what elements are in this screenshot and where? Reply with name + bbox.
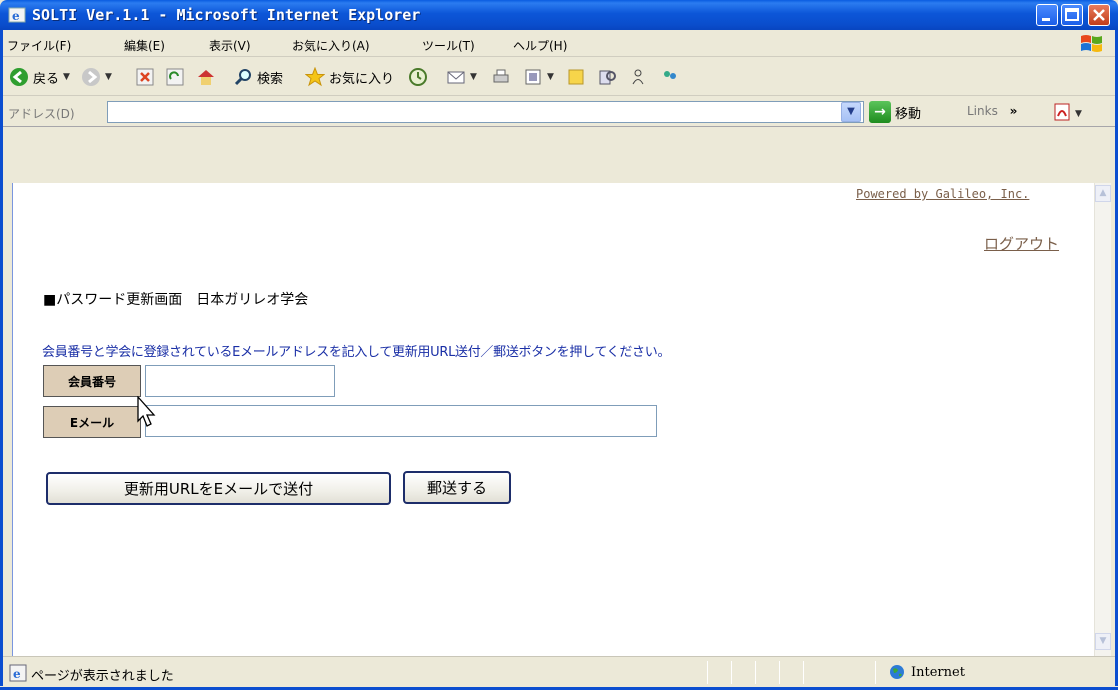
go-button[interactable]: → 移動 [869,101,921,123]
status-bar: e ページが表示されました Internet [3,656,1115,687]
research-icon [599,70,616,85]
note-icon [568,69,584,85]
svg-text:e: e [13,667,21,681]
stop-button[interactable] [135,66,155,88]
page-done-icon: e [9,664,27,682]
menu-favorites[interactable]: お気に入り(A) [292,37,370,54]
print-button[interactable] [491,66,511,88]
window-border-left [0,30,3,686]
status-text: ページが表示されました [31,669,174,684]
refresh-button[interactable] [165,66,185,88]
status-divider [779,661,780,684]
member-number-label: 会員番号 [43,365,141,397]
status-divider [875,661,876,684]
history-button[interactable] [408,66,428,88]
globe-icon [890,665,904,679]
address-label: アドレス(D) [8,107,75,121]
chevron-right-icon: » [1009,104,1018,118]
edit-page-icon [525,69,541,85]
chevron-down-icon: ▼ [63,72,70,82]
window-title: SOLTI Ver.1.1 - Microsoft Internet Explo… [32,6,421,24]
address-input[interactable] [107,101,864,123]
messenger-icon [632,69,644,85]
member-number-input[interactable] [145,365,335,397]
forward-arrow-icon [82,68,100,86]
people-icon [664,71,676,79]
mouse-cursor-icon [137,396,156,427]
close-button[interactable] [1088,4,1110,26]
scroll-down-button[interactable]: ▼ [1095,633,1111,650]
maximize-button[interactable] [1061,4,1083,26]
close-icon [1093,9,1105,21]
refresh-icon [166,68,184,86]
instruction-text: 会員番号と学会に登録されているEメールアドレスを記入して更新用URL送付／郵送ボ… [42,345,671,360]
email-input[interactable] [145,405,657,437]
search-button[interactable]: 検索 [233,66,283,88]
discuss-button[interactable] [566,66,586,88]
star-icon [305,67,325,87]
go-arrow-icon: → [869,101,891,123]
search-label: 検索 [257,71,284,87]
maximize-icon [1065,8,1079,21]
mail-button[interactable]: ▼ [446,66,477,88]
toolbar: 戻る ▼ ▼ 検索 お気に入り ▼ ▼ [3,58,1115,96]
vertical-scrollbar[interactable]: ▲ ▼ [1094,183,1111,656]
status-divider [731,661,732,684]
windows-logo-icon [1081,35,1102,52]
logout-link[interactable]: ログアウト [984,233,1059,254]
security-zone: Internet [889,664,965,680]
chevron-down-icon: ▼ [105,72,112,82]
messenger-button[interactable] [630,66,650,88]
svg-text:▼: ▼ [1075,109,1082,119]
email-label: Eメール [43,406,141,438]
links-button[interactable]: Links » [967,104,1017,118]
forward-button[interactable]: ▼ [81,66,112,88]
back-button[interactable]: 戻る ▼ [9,66,70,88]
search-icon [234,69,251,86]
links-label: Links [967,104,998,118]
minimize-button[interactable] [1036,4,1058,26]
zone-label: Internet [911,664,965,680]
address-bar: アドレス(D) ▼ → 移動 Links » ▼ [3,97,1115,127]
minimize-icon [1042,18,1050,21]
ie-logo-icon: e [8,7,26,23]
menu-view[interactable]: 表示(V) [209,37,251,54]
status-divider [707,661,708,684]
menu-file[interactable]: ファイル(F) [7,37,71,54]
title-bar: e SOLTI Ver.1.1 - Microsoft Internet Exp… [0,0,1118,30]
menu-edit[interactable]: 編集(E) [124,37,165,54]
address-dropdown-button[interactable]: ▼ [841,102,861,122]
send-by-mail-button[interactable]: 郵送する [403,471,511,504]
menu-help[interactable]: ヘルプ(H) [513,37,567,54]
send-url-email-button[interactable]: 更新用URLをEメールで送付 [46,472,391,505]
go-label: 移動 [895,106,922,122]
chevron-down-icon: ▼ [847,106,855,117]
edit-button[interactable]: ▼ [523,66,554,88]
back-label: 戻る [33,71,60,87]
chevron-down-icon: ▼ [547,72,554,82]
menu-bar: ファイル(F) 編集(E) 表示(V) お気に入り(A) ツール(T) ヘルプ(… [3,30,1115,57]
research-button[interactable] [598,66,618,88]
printer-icon [493,69,509,83]
status-divider [803,661,804,684]
extra-button[interactable] [660,66,680,88]
chevron-down-icon: ▼ [470,72,477,82]
menu-tools[interactable]: ツール(T) [422,37,475,54]
status-divider [755,661,756,684]
svg-text:e: e [12,9,20,23]
stop-icon [136,68,154,86]
scroll-up-button[interactable]: ▲ [1095,185,1111,202]
pdf-extension-icon[interactable]: ▼ [1051,102,1087,122]
history-icon [409,68,427,86]
mail-icon [447,71,465,84]
back-arrow-icon [10,68,28,86]
home-button[interactable] [196,66,216,88]
powered-by-link[interactable]: Powered by Galileo, Inc. [856,187,1029,201]
favorites-button[interactable]: お気に入り [305,66,394,88]
favorites-label: お気に入り [329,71,395,87]
page-title: ■パスワード更新画面 日本ガリレオ学会 [43,292,309,308]
home-icon [198,70,214,85]
